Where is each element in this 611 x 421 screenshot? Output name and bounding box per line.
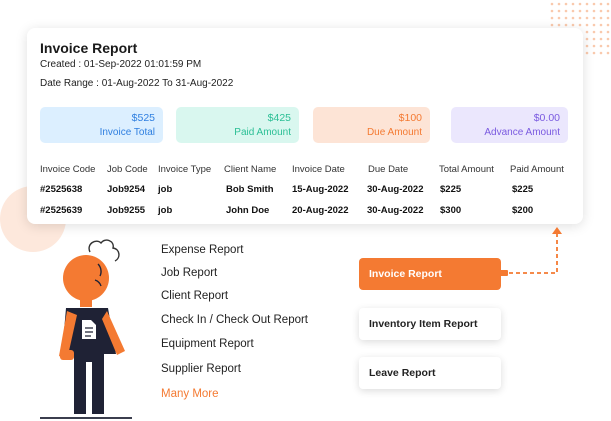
stat-label: Invoice Total xyxy=(99,127,155,138)
table-cell: 20-Aug-2022 xyxy=(292,205,349,216)
report-list-item[interactable]: Check In / Check Out Report xyxy=(161,314,308,326)
person-illustration xyxy=(40,239,132,419)
stat-invoice-total: $525 Invoice Total xyxy=(40,107,163,143)
created-timestamp: Created : 01-Sep-2022 01:01:59 PM xyxy=(40,59,202,70)
column-header: Invoice Type xyxy=(158,164,212,175)
column-header: Paid Amount xyxy=(510,164,564,175)
table-cell: $225 xyxy=(512,184,534,195)
table-cell: John Doe xyxy=(226,205,270,216)
table-cell: 30-Aug-2022 xyxy=(367,205,424,216)
many-more-link[interactable]: Many More xyxy=(161,388,219,400)
table-cell: 15-Aug-2022 xyxy=(292,184,349,195)
table-cell: $300 xyxy=(440,205,462,216)
table-cell: $200 xyxy=(512,205,534,216)
stat-value: $100 xyxy=(398,112,422,124)
column-header: Total Amount xyxy=(439,164,494,175)
report-list-item[interactable]: Client Report xyxy=(161,290,228,302)
stat-label: Advance Amount xyxy=(484,127,560,138)
stat-advance-amount: $0.00 Advance Amount xyxy=(451,107,568,143)
table-cell: Job9255 xyxy=(107,205,146,216)
table-cell: Bob Smith xyxy=(226,184,274,195)
stat-label: Due Amount xyxy=(366,127,422,138)
column-header: Invoice Code xyxy=(40,164,96,175)
report-list-item[interactable]: Expense Report xyxy=(161,244,243,256)
inventory-item-report-button[interactable]: Inventory Item Report xyxy=(359,308,501,340)
column-header: Job Code xyxy=(107,164,148,175)
stat-label: Paid Amount xyxy=(234,127,291,138)
column-header: Invoice Date xyxy=(292,164,345,175)
stat-value: $425 xyxy=(267,112,291,124)
table-cell: job xyxy=(158,184,173,195)
report-list-item[interactable]: Equipment Report xyxy=(161,338,254,350)
invoice-report-button[interactable]: Invoice Report xyxy=(359,258,501,290)
report-list-item[interactable]: Supplier Report xyxy=(161,363,241,375)
report-list-item[interactable]: Job Report xyxy=(161,267,217,279)
report-title: Invoice Report xyxy=(40,40,138,56)
table-cell: $225 xyxy=(440,184,462,195)
connector-arrow xyxy=(500,227,562,276)
leave-report-button[interactable]: Leave Report xyxy=(359,357,501,389)
table-cell: #2525639 xyxy=(40,205,83,216)
table-cell: #2525638 xyxy=(40,184,83,195)
table-cell: Job9254 xyxy=(107,184,146,195)
date-range: Date Range : 01-Aug-2022 To 31-Aug-2022 xyxy=(40,78,234,89)
column-header: Client Name xyxy=(224,164,277,175)
column-header: Due Date xyxy=(368,164,409,175)
invoice-report-card: Invoice Report Created : 01-Sep-2022 01:… xyxy=(27,28,583,224)
stat-due-amount: $100 Due Amount xyxy=(313,107,430,143)
stat-value: $0.00 xyxy=(533,112,560,124)
stat-value: $525 xyxy=(131,112,155,124)
table-cell: job xyxy=(158,205,173,216)
stat-paid-amount: $425 Paid Amount xyxy=(176,107,299,143)
table-cell: 30-Aug-2022 xyxy=(367,184,424,195)
